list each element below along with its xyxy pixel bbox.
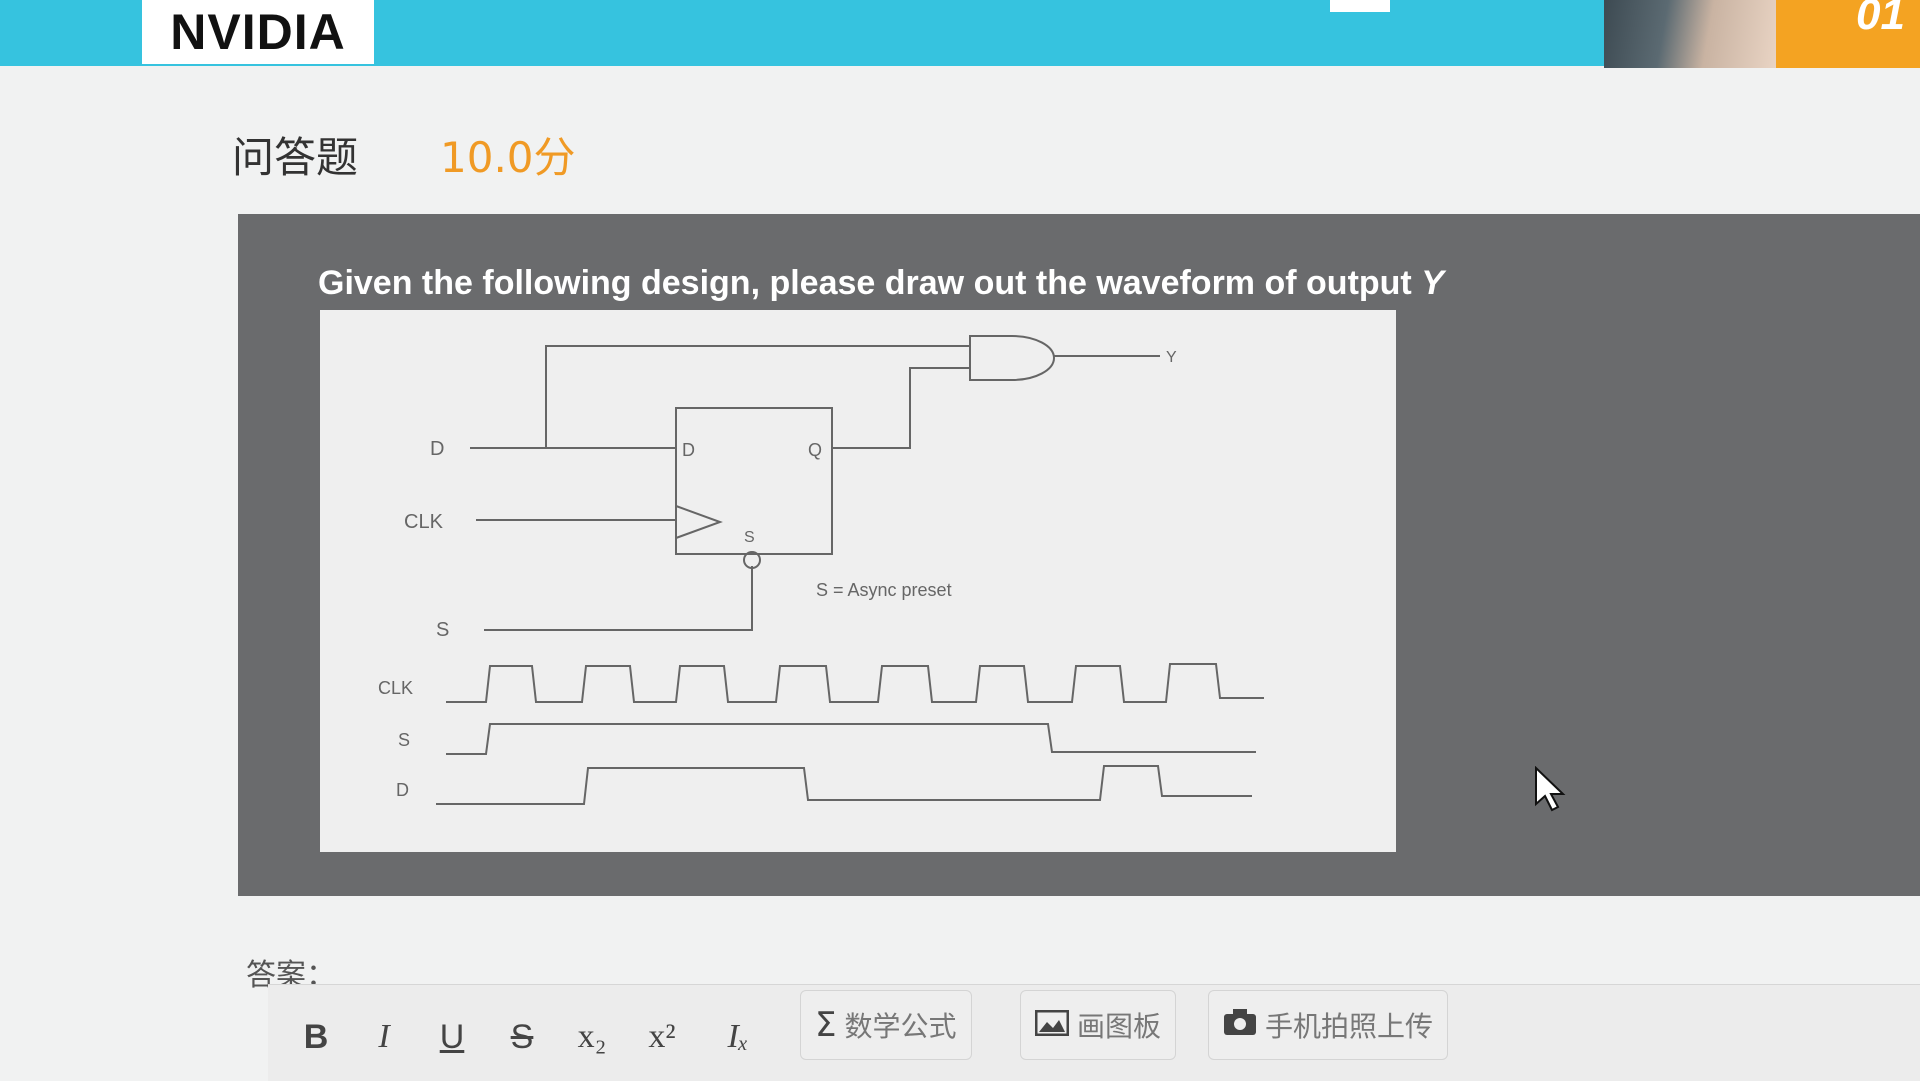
waveform-d [436,765,1252,805]
phone-upload-button[interactable]: 手机拍照上传 [1208,990,1449,1060]
label-input-d: D [430,438,444,460]
camera-icon [1223,1005,1257,1045]
image-icon [1034,1005,1070,1045]
underline-button[interactable]: U [432,1012,472,1062]
mouse-cursor-icon [1535,766,1566,812]
and-gate [969,335,1055,381]
question-prompt-variable: Y [1421,264,1444,302]
strikethrough-button[interactable]: S [502,1012,542,1062]
math-formula-label: 数学公式 [844,1010,957,1043]
waveform-clk [446,663,1264,703]
webcam-preview [1604,0,1776,68]
label-wave-clk: CLK [378,678,413,698]
label-input-clk: CLK [404,511,444,533]
label-ff-d: D [682,440,695,460]
italic-button[interactable]: I [364,1012,404,1062]
circuit-figure: D CLK S D Q S Y S = Async preset CLK S D [320,310,1396,852]
question-score: 10.0分 [440,133,576,182]
clear-format-button[interactable]: Iₓ [718,1012,758,1062]
sigma-icon: Σ [815,1005,837,1045]
drawing-board-button[interactable]: 画图板 [1020,990,1177,1060]
clock-triangle [675,505,723,539]
label-async-note: S = Async preset [816,580,952,600]
brand-logo-text: NVIDIA [170,4,346,60]
subscript-button[interactable]: x₂ [572,1012,612,1062]
label-wave-s: S [398,730,410,750]
waveform-s [446,723,1256,755]
question-prompt: Given the following design, please draw … [318,264,1444,303]
timer-text: 01 [1856,0,1905,39]
phone-upload-label: 手机拍照上传 [1265,1010,1434,1043]
label-ff-q: Q [808,440,822,460]
wire-q-to-and [832,367,970,449]
label-input-s: S [436,619,449,641]
circuit-diagram: D CLK S D Q S Y S = Async preset CLK S D [378,335,1264,805]
wire-d-to-and [470,345,970,449]
exam-timer: 01 [1776,0,1920,68]
superscript-button[interactable]: x² [642,1012,682,1062]
math-formula-button[interactable]: Σ 数学公式 [800,990,972,1060]
question-type: 问答题 [232,133,359,182]
wire-s [484,566,753,631]
label-output-y: Y [1166,349,1177,366]
bold-button[interactable]: B [296,1012,336,1062]
label-ff-s: S [744,529,755,546]
brand-logo: NVIDIA [142,0,374,64]
drawing-board-label: 画图板 [1077,1010,1162,1043]
question-prompt-text: Given the following design, please draw … [318,264,1422,302]
label-wave-d: D [396,780,409,800]
top-tab-indicator [1330,0,1390,12]
